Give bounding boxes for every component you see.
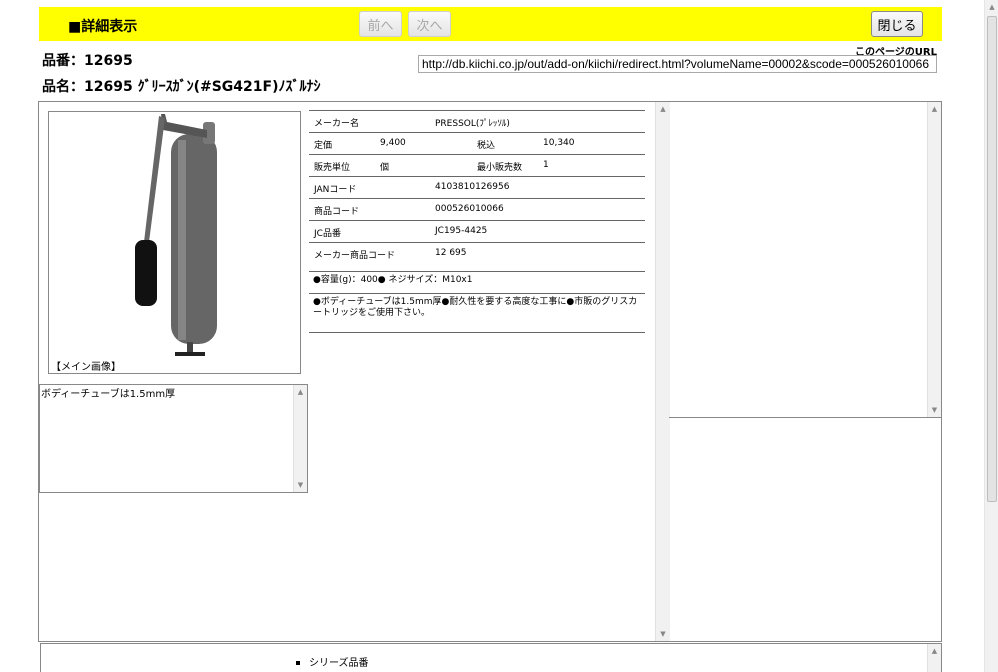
description-scrollbar[interactable]: ▲ ▼ — [293, 385, 307, 492]
scroll-up-icon[interactable]: ▲ — [294, 387, 307, 397]
spec-label: 税込 — [477, 141, 496, 151]
description-text: ボディーチューブは1.5mm厚 — [41, 389, 176, 400]
scroll-up-icon[interactable]: ▲ — [928, 646, 941, 656]
spec-row-jan: JANコード 4103810126956 — [309, 176, 645, 198]
series-label: シリーズ品番 — [309, 658, 369, 669]
spec-label: JANコード — [314, 185, 357, 195]
product-name: 品名：12695 ｸﾞﾘｰｽｶﾞﾝ(#SG421F)ﾉｽﾞﾙﾅｼ — [42, 79, 321, 95]
spec-label: メーカー商品コード — [314, 251, 396, 261]
spec-value: 4103810126956 — [435, 182, 510, 192]
spec-label: 販売単位 — [314, 163, 351, 173]
prev-button[interactable]: 前へ — [359, 11, 402, 37]
description-textarea[interactable]: ボディーチューブは1.5mm厚 ▲ ▼ — [39, 384, 308, 493]
right-panel: ▲ ▼ — [669, 102, 941, 418]
spec-label: 商品コード — [314, 207, 360, 217]
scroll-up-icon[interactable]: ▲ — [656, 104, 670, 114]
spec-row-maker-code: メーカー商品コード 12 695 — [309, 242, 645, 271]
grease-gun-image — [135, 114, 217, 356]
series-panel: シリーズ品番 ▲ — [40, 643, 942, 672]
spec-value: 1 — [543, 160, 549, 170]
spec-row-code: 商品コード 000526010066 — [309, 198, 645, 220]
spec-note: ●ボディーチューブは1.5mm厚●耐久性を要する高度な工事に●市販のグリスカート… — [309, 293, 645, 333]
spec-label: メーカー名 — [314, 119, 360, 129]
spec-value: 12 695 — [435, 248, 467, 258]
spec-table: メーカー名 PRESSOL(ﾌﾟﾚｯｿﾙ) 定価 9,400 税込 10,340… — [309, 110, 645, 333]
scroll-down-icon[interactable]: ▼ — [294, 480, 307, 490]
spec-label: 最小販売数 — [477, 163, 523, 173]
scroll-down-icon[interactable]: ▼ — [656, 629, 670, 639]
next-button[interactable]: 次へ — [408, 11, 451, 37]
spec-label: JC品番 — [314, 229, 341, 239]
scroll-up-icon[interactable]: ▲ — [985, 2, 998, 12]
spec-value: 10,340 — [543, 138, 575, 148]
url-field[interactable]: http://db.kiichi.co.jp/out/add-on/kiichi… — [418, 55, 937, 73]
main-image-box: 【メイン画像】 — [48, 111, 301, 374]
page-scrollbar[interactable]: ▲ — [984, 0, 998, 672]
spec-value: 000526010066 — [435, 204, 504, 214]
spec-row-price: 定価 9,400 税込 10,340 — [309, 132, 645, 154]
close-button[interactable]: 閉じる — [871, 11, 923, 37]
spec-value: PRESSOL(ﾌﾟﾚｯｿﾙ) — [435, 119, 510, 129]
spec-row-maker: メーカー名 PRESSOL(ﾌﾟﾚｯｿﾙ) — [309, 110, 645, 132]
series-item: シリーズ品番 — [296, 654, 369, 669]
spec-label: 定価 — [314, 141, 333, 151]
scroll-down-icon[interactable]: ▼ — [928, 405, 941, 415]
header-bar: ■詳細表示 — [39, 7, 942, 41]
product-number: 品番：12695 — [42, 53, 133, 69]
spec-note: ●容量(g)：400● ネジサイズ：M10x1 — [309, 271, 645, 293]
spec-value: JC195-4425 — [435, 226, 488, 236]
series-scrollbar[interactable]: ▲ — [927, 644, 941, 672]
right-panel-scrollbar[interactable]: ▲ ▼ — [927, 102, 941, 417]
page-title: ■詳細表示 — [68, 19, 138, 35]
scroll-thumb[interactable] — [987, 16, 997, 502]
spec-row-jc: JC品番 JC195-4425 — [309, 220, 645, 242]
image-caption: 【メイン画像】 — [51, 362, 121, 373]
spec-row-unit: 販売単位 個 最小販売数 1 — [309, 154, 645, 176]
spec-value: 9,400 — [380, 138, 406, 148]
bullet-icon — [296, 661, 300, 665]
scroll-up-icon[interactable]: ▲ — [928, 104, 941, 114]
spec-value: 個 — [380, 163, 390, 173]
spec-scrollbar[interactable]: ▲ ▼ — [655, 102, 670, 641]
